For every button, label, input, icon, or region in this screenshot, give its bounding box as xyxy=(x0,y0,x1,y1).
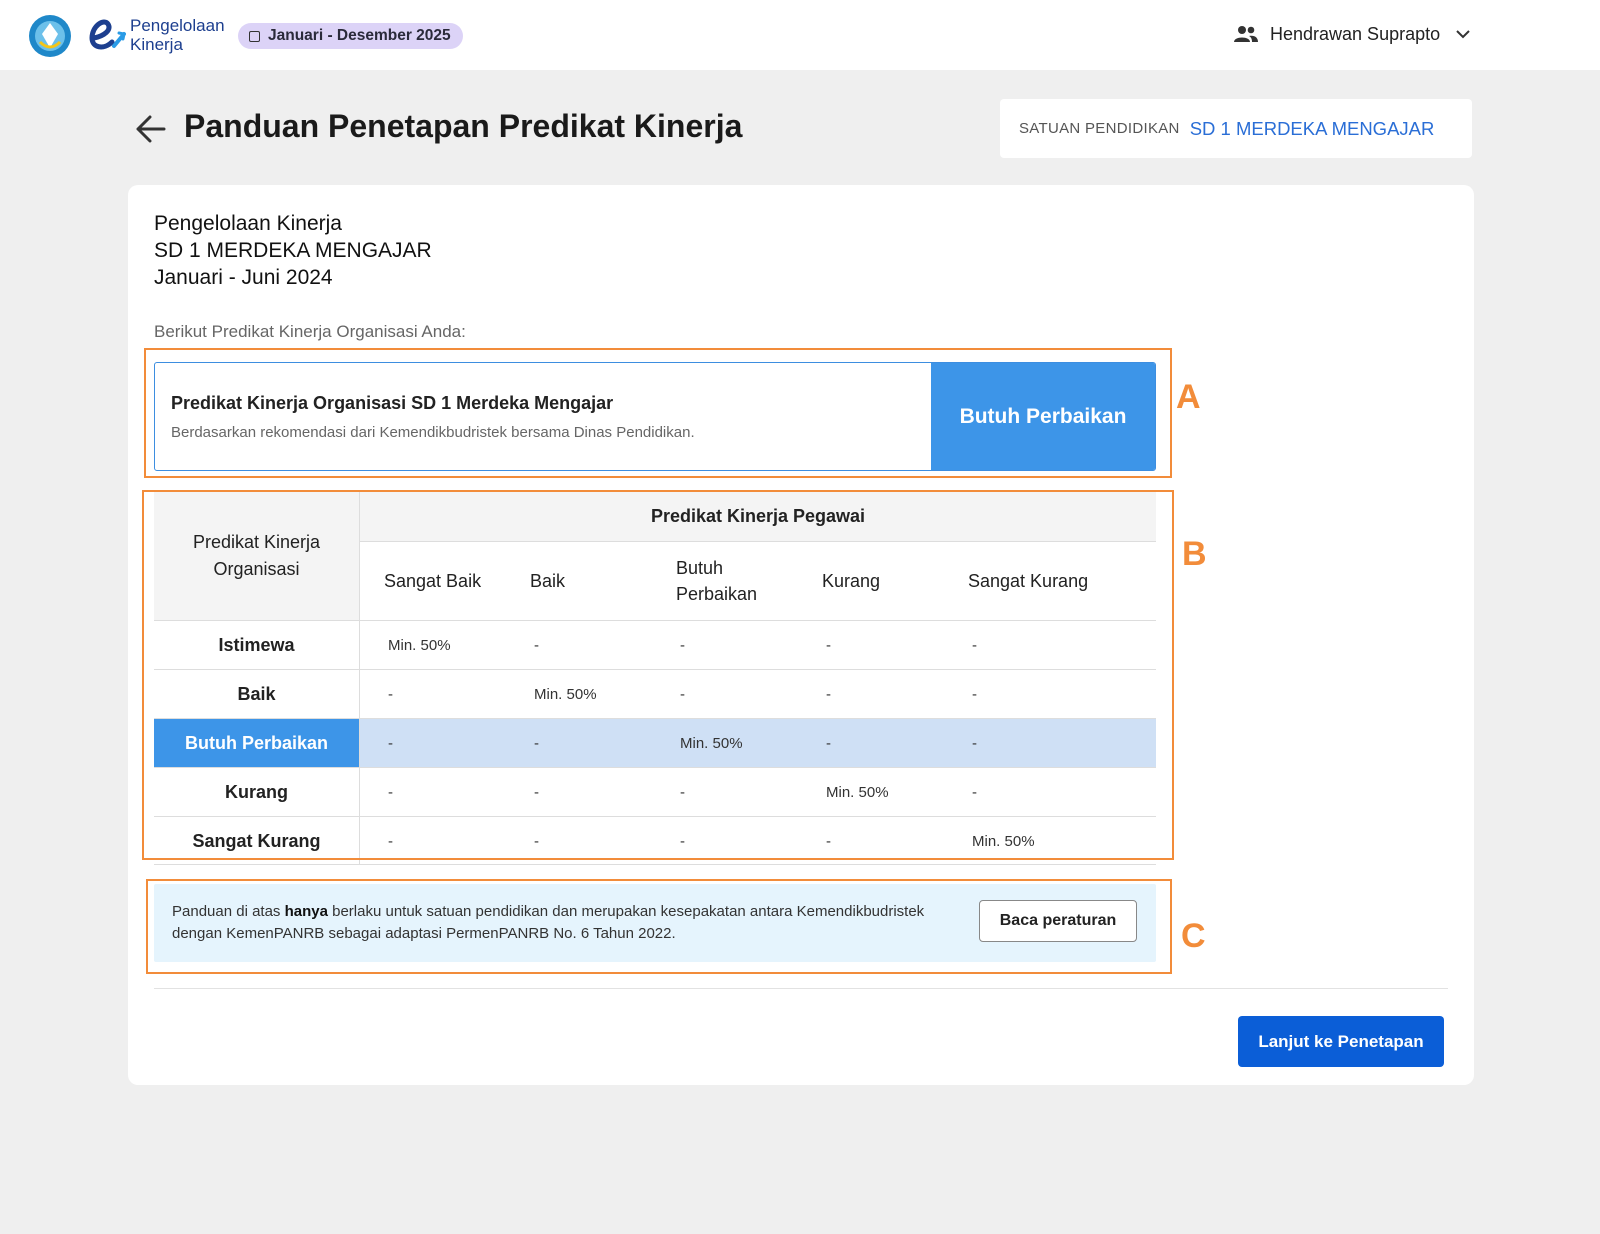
top-bar: Pengelolaan Kinerja Januari - Desember 2… xyxy=(0,0,1600,70)
card-heading-line-3: Januari - Juni 2024 xyxy=(154,266,333,289)
period-chip[interactable]: Januari - Desember 2025 xyxy=(238,23,463,49)
table-bottom-border xyxy=(154,864,1156,865)
card-heading-line-1: Pengelolaan Kinerja xyxy=(154,212,342,235)
annotation-label-c: C xyxy=(1181,917,1206,955)
brand-name-line-2: Kinerja xyxy=(130,35,183,54)
annotation-label-a: A xyxy=(1176,378,1201,416)
page-title: Panduan Penetapan Predikat Kinerja xyxy=(184,108,743,144)
annotation-frame-a xyxy=(144,348,1172,478)
annotation-frame-b xyxy=(142,490,1174,860)
arrow-left-icon[interactable] xyxy=(134,112,168,146)
continue-to-determination-button[interactable]: Lanjut ke Penetapan xyxy=(1238,1016,1444,1067)
card-subtitle: Berikut Predikat Kinerja Organisasi Anda… xyxy=(154,322,466,341)
card-divider xyxy=(154,988,1448,989)
user-name: Hendrawan Suprapto xyxy=(1270,23,1441,44)
user-menu[interactable]: Hendrawan Suprapto xyxy=(1234,18,1470,50)
card-heading-line-2: SD 1 MERDEKA MENGAJAR xyxy=(154,239,432,262)
chevron-down-icon xyxy=(1456,29,1470,38)
brand-name-line-1: Pengelolaan xyxy=(130,16,225,35)
kinerja-logo-icon xyxy=(89,19,126,50)
education-unit-box: SATUAN PENDIDIKAN SD 1 MERDEKA MENGAJAR xyxy=(1000,99,1472,158)
people-icon xyxy=(1234,26,1258,42)
annotation-frame-c xyxy=(146,879,1172,974)
period-label: Januari - Desember 2025 xyxy=(268,27,451,44)
calendar-square-icon xyxy=(249,30,260,42)
brand-name: Pengelolaan Kinerja xyxy=(130,16,225,54)
education-unit-value: SD 1 MERDEKA MENGAJAR xyxy=(1189,117,1435,139)
tut-wuri-handayani-emblem xyxy=(29,15,71,57)
education-unit-label: SATUAN PENDIDIKAN xyxy=(1019,120,1180,137)
annotation-label-b: B xyxy=(1182,535,1207,573)
